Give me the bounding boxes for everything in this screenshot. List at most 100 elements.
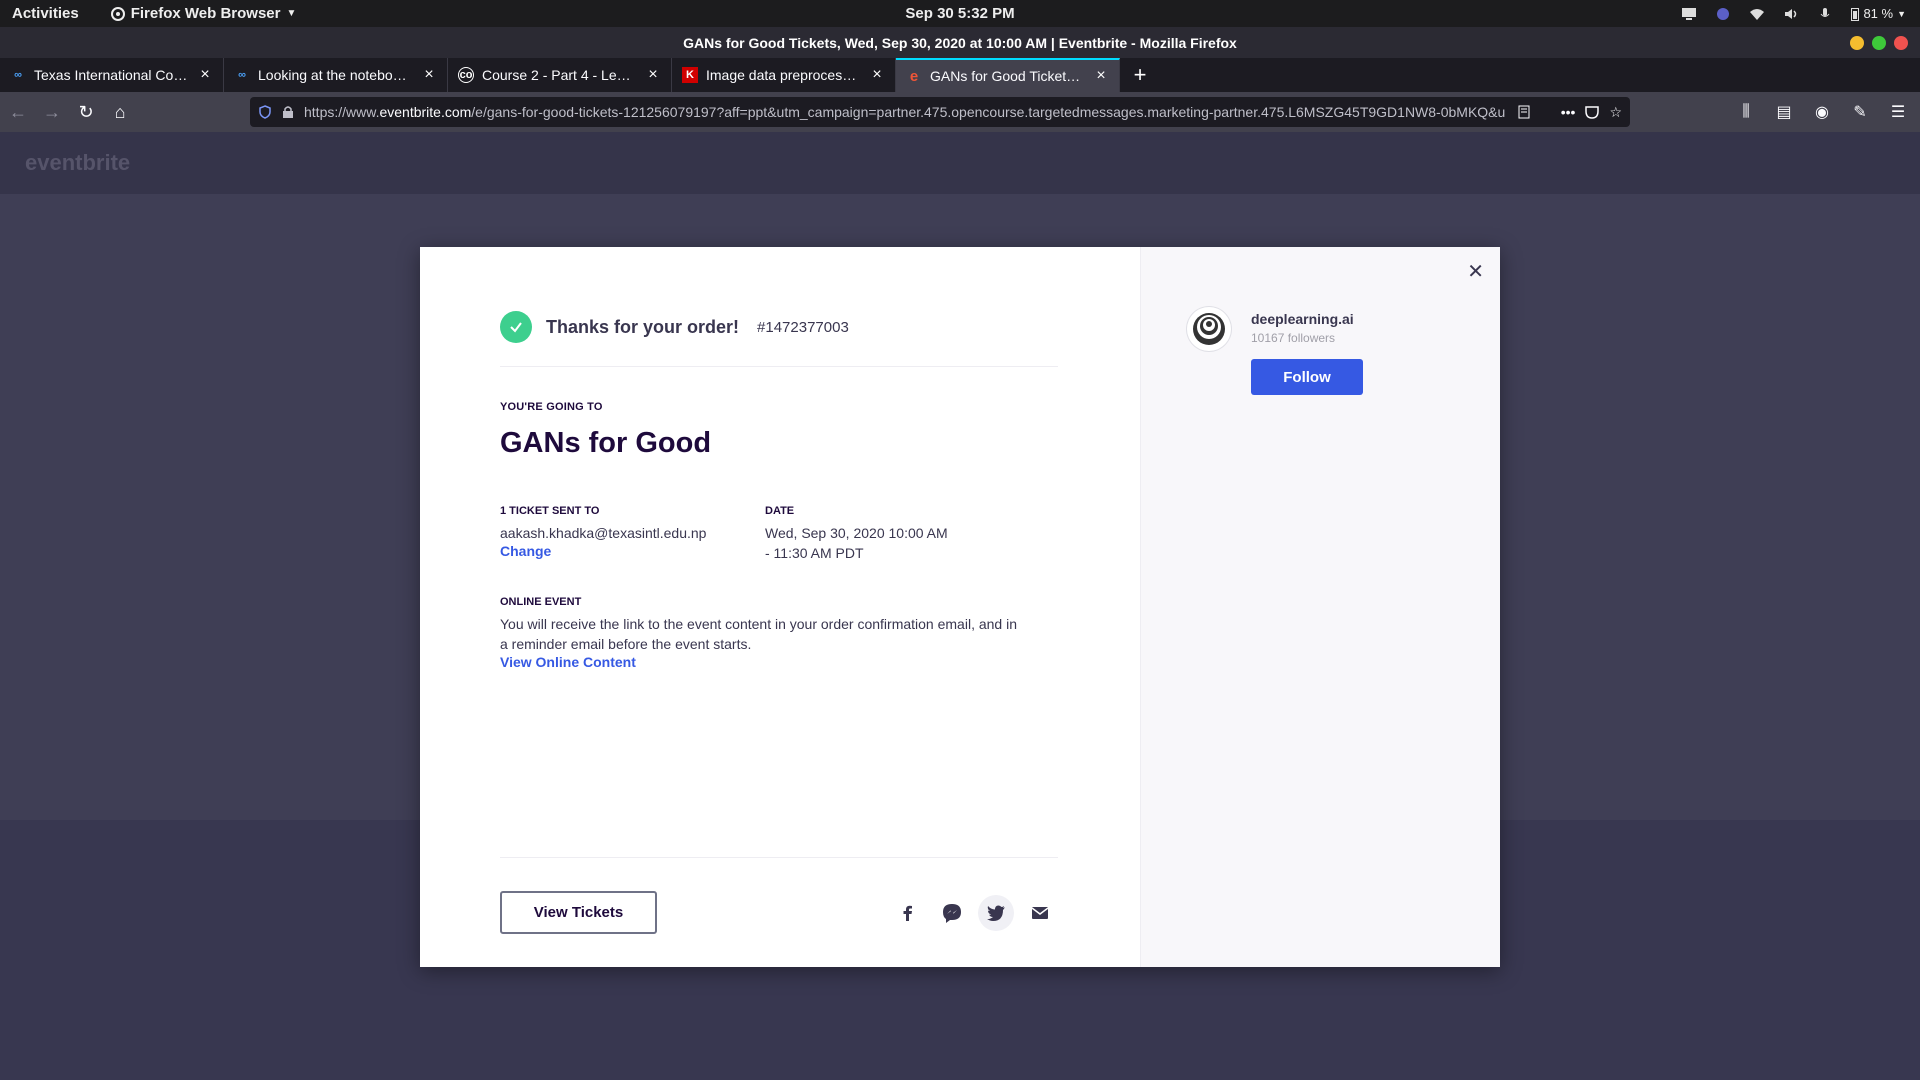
- minimize-button[interactable]: [1850, 36, 1864, 50]
- divider: [500, 366, 1058, 367]
- date-info: DATE Wed, Sep 30, 2020 10:00 AM - 11:30 …: [765, 505, 1025, 563]
- home-button[interactable]: ⌂: [104, 96, 136, 128]
- library-icon[interactable]: ⫼: [1730, 96, 1762, 128]
- app-menu[interactable]: Firefox Web Browser ▼: [91, 5, 297, 22]
- eventbrite-icon: e: [909, 67, 919, 85]
- organizer-name[interactable]: deeplearning.ai: [1251, 311, 1363, 327]
- tab-label: Course 2 - Part 4 - Lesson 2: [482, 67, 637, 83]
- wifi-icon: [1750, 8, 1765, 20]
- firefox-icon: [110, 6, 125, 21]
- navigation-toolbar: ← → ↻ ⌂ https://www.eventbrite.com/e/gan…: [0, 92, 1920, 132]
- colab-icon: co: [458, 67, 474, 83]
- view-tickets-button[interactable]: View Tickets: [500, 891, 657, 934]
- close-icon[interactable]: ×: [197, 66, 213, 84]
- view-online-content-link[interactable]: View Online Content: [500, 654, 1020, 670]
- online-event-info: ONLINE EVENT You will receive the link t…: [500, 596, 1020, 670]
- tab-strip: ∞ Texas International College × ∞ Lookin…: [0, 58, 1920, 92]
- close-icon[interactable]: ×: [1093, 67, 1109, 85]
- sidebar-icon[interactable]: ▤: [1768, 96, 1800, 128]
- infinity-icon: ∞: [238, 69, 246, 81]
- close-window-button[interactable]: [1894, 36, 1908, 50]
- teams-icon: [1717, 7, 1730, 20]
- battery-icon: [1851, 7, 1860, 21]
- event-title: GANs for Good: [500, 427, 712, 459]
- eventbrite-logo: eventbrite: [25, 150, 131, 175]
- pocket-icon[interactable]: [1585, 105, 1600, 119]
- email-icon[interactable]: [1022, 895, 1058, 931]
- chevron-down-icon: ▼: [1897, 8, 1906, 19]
- share-buttons: [890, 895, 1058, 931]
- online-event-text: You will receive the link to the event c…: [500, 616, 1017, 652]
- online-event-label: ONLINE EVENT: [500, 596, 582, 608]
- menu-icon[interactable]: ☰: [1882, 96, 1914, 128]
- tab-texas-international[interactable]: ∞ Texas International College ×: [0, 58, 224, 92]
- back-button[interactable]: ←: [2, 96, 34, 128]
- microphone-icon: [1821, 7, 1830, 17]
- close-icon[interactable]: ✕: [1467, 259, 1484, 284]
- check-icon: [500, 311, 532, 343]
- tab-eventbrite[interactable]: e GANs for Good Tickets, Wed ×: [896, 58, 1120, 92]
- organizer-info: deeplearning.ai 10167 followers Follow: [1251, 307, 1363, 395]
- order-confirmation-modal: Thanks for your order! #1472377003 YOU'R…: [420, 247, 1500, 967]
- volume-icon: [1785, 8, 1797, 19]
- event-date: Wed, Sep 30, 2020 10:00 AM - 11:30 AM PD…: [765, 525, 948, 561]
- divider: [500, 857, 1058, 858]
- system-top-bar: Activities Firefox Web Browser ▼ Sep 30 …: [0, 0, 1920, 27]
- more-actions-icon[interactable]: •••: [1561, 104, 1576, 120]
- page-content-dimmed: eventbrite Thanks for your order! #14723…: [0, 132, 1920, 1080]
- tab-coursera-notebook[interactable]: ∞ Looking at the notebook | Coursera ×: [224, 58, 448, 92]
- infinity-icon: ∞: [14, 69, 22, 81]
- tab-label: Image data preprocessing: [706, 67, 861, 83]
- facebook-icon[interactable]: [890, 895, 926, 931]
- plus-icon: +: [1133, 62, 1147, 87]
- system-tray[interactable]: 81 % ▼: [1681, 0, 1906, 27]
- clock[interactable]: Sep 30 5:32 PM: [905, 5, 1014, 22]
- eventbrite-header: eventbrite: [0, 132, 1920, 194]
- new-tab-button[interactable]: +: [1120, 58, 1160, 92]
- url-bar[interactable]: https://www.eventbrite.com/e/gans-for-go…: [250, 97, 1630, 127]
- follow-button[interactable]: Follow: [1251, 359, 1363, 395]
- app-menu-label: Firefox Web Browser: [130, 5, 281, 22]
- close-icon[interactable]: ×: [869, 66, 885, 84]
- twitter-icon[interactable]: [978, 895, 1014, 931]
- messenger-icon[interactable]: [934, 895, 970, 931]
- screen-icon: [1682, 7, 1697, 20]
- follower-count: 10167 followers: [1251, 331, 1336, 345]
- account-icon[interactable]: ◉: [1806, 96, 1838, 128]
- battery-percent: 81 %: [1863, 6, 1894, 21]
- tab-label: Texas International College: [34, 67, 189, 83]
- change-email-link[interactable]: Change: [500, 543, 760, 559]
- tab-label: Looking at the notebook | Coursera: [258, 67, 413, 83]
- battery-indicator: 81 % ▼: [1851, 6, 1906, 21]
- close-icon[interactable]: ×: [645, 66, 661, 84]
- extension-icon[interactable]: ✎: [1844, 96, 1876, 128]
- chevron-down-icon: ▼: [286, 8, 297, 19]
- tab-course-lesson[interactable]: co Course 2 - Part 4 - Lesson 2 ×: [448, 58, 672, 92]
- window-title: GANs for Good Tickets, Wed, Sep 30, 2020…: [683, 34, 1237, 51]
- order-number: #1472377003: [757, 318, 849, 336]
- activities-button[interactable]: Activities: [0, 5, 91, 22]
- shield-icon[interactable]: [258, 105, 272, 119]
- lock-icon[interactable]: [282, 105, 294, 119]
- ticket-info: 1 TICKET SENT TO aakash.khadka@texasintl…: [500, 505, 760, 559]
- ticket-sent-label: 1 TICKET SENT TO: [500, 505, 600, 517]
- url-text[interactable]: https://www.eventbrite.com/e/gans-for-go…: [304, 104, 1507, 120]
- going-to-label: YOU'RE GOING TO: [500, 401, 603, 413]
- order-header: Thanks for your order! #1472377003: [500, 311, 849, 343]
- close-icon[interactable]: ×: [421, 66, 437, 84]
- keras-icon: K: [682, 67, 698, 83]
- tab-keras-preprocessing[interactable]: K Image data preprocessing ×: [672, 58, 896, 92]
- forward-button[interactable]: →: [36, 96, 68, 128]
- organizer-avatar: [1187, 307, 1231, 351]
- tab-label: GANs for Good Tickets, Wed: [930, 68, 1085, 84]
- order-details-panel: Thanks for your order! #1472377003 YOU'R…: [420, 247, 1140, 967]
- organizer-card: deeplearning.ai 10167 followers Follow: [1187, 307, 1363, 395]
- reload-button[interactable]: ↻: [70, 96, 102, 128]
- toolbar-right: ⫼ ▤ ◉ ✎ ☰: [1730, 96, 1914, 128]
- date-label: DATE: [765, 505, 795, 517]
- reader-view-icon[interactable]: [1517, 105, 1531, 119]
- organizer-panel: ✕ deeplearning.ai 10167 followers Follow: [1140, 247, 1500, 967]
- maximize-button[interactable]: [1872, 36, 1886, 50]
- bookmark-star-icon[interactable]: ☆: [1609, 104, 1622, 121]
- window-title-bar: GANs for Good Tickets, Wed, Sep 30, 2020…: [0, 27, 1920, 58]
